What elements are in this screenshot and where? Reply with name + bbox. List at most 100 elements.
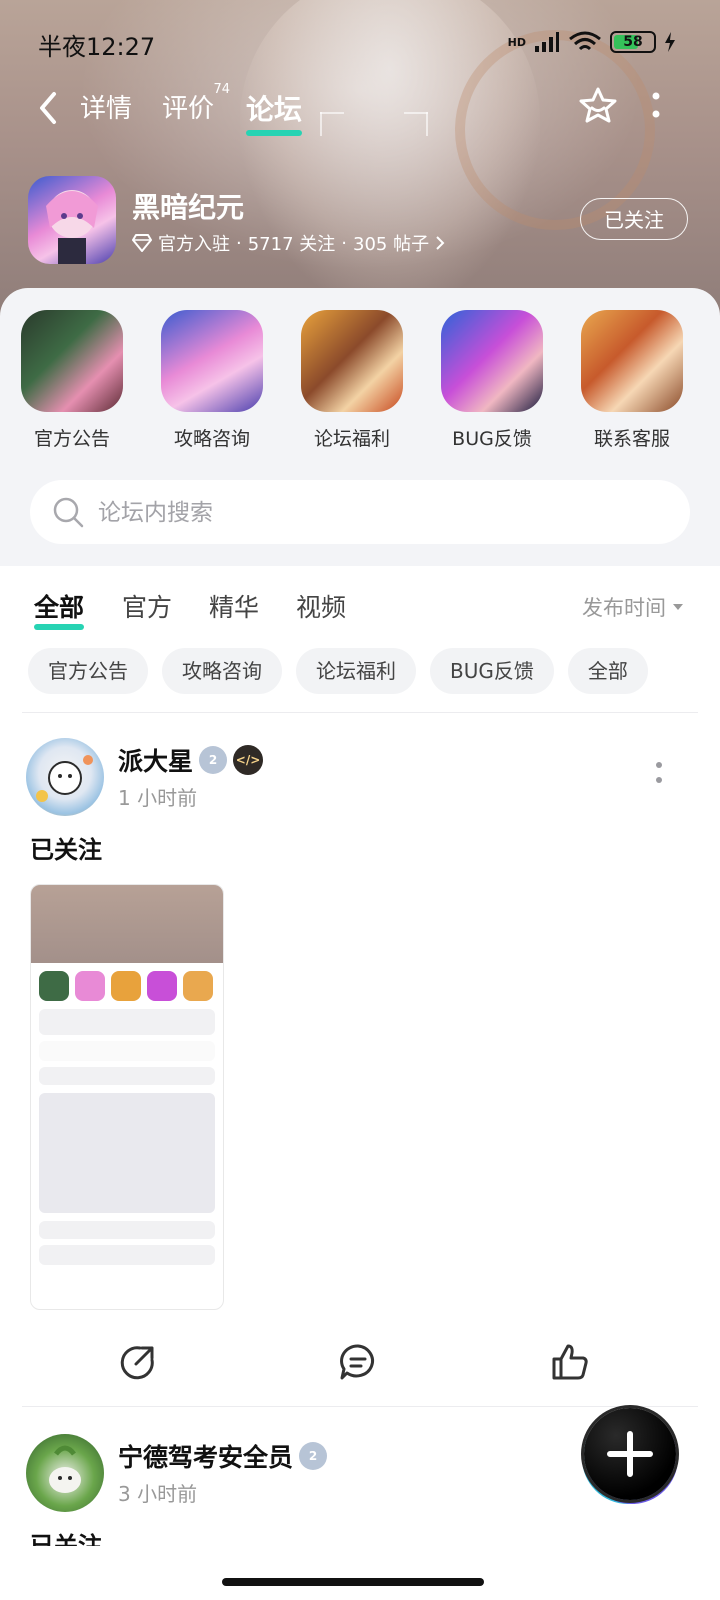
category-label: 论坛福利 bbox=[313, 428, 390, 450]
official-announcement-icon bbox=[21, 310, 123, 412]
tab-details[interactable]: 详情 bbox=[80, 88, 132, 125]
status-icons: HD 58 bbox=[508, 30, 676, 54]
back-arrow-icon[interactable] bbox=[34, 90, 64, 126]
active-filter-indicator bbox=[34, 624, 85, 630]
thumbnail-actions bbox=[39, 1221, 215, 1239]
active-tab-indicator bbox=[246, 130, 303, 136]
meta-separator: · bbox=[341, 232, 347, 254]
tag-chips: 官方公告 攻略咨询 论坛福利 BUG反馈 全部 bbox=[28, 648, 648, 694]
chevron-right-icon[interactable] bbox=[435, 235, 445, 251]
share-icon[interactable] bbox=[118, 1342, 158, 1382]
game-avatar[interactable] bbox=[28, 176, 116, 264]
diamond-icon bbox=[132, 234, 152, 252]
post-time: 1 小时前 bbox=[118, 786, 198, 810]
filter-tab-label: 视频 bbox=[296, 593, 347, 622]
chip-welfare[interactable]: 论坛福利 bbox=[296, 648, 416, 694]
hd-label: HD bbox=[507, 35, 526, 49]
tab-details-label: 详情 bbox=[80, 94, 133, 124]
tab-reviews-label: 评价 bbox=[162, 94, 215, 124]
filter-tab-video[interactable]: 视频 bbox=[296, 588, 346, 624]
search-box[interactable] bbox=[30, 480, 690, 544]
battery-level: 58 bbox=[623, 34, 643, 50]
category-label: 官方公告 bbox=[33, 428, 110, 450]
filter-tab-label: 精华 bbox=[209, 593, 260, 622]
tab-forum-label: 论坛 bbox=[246, 93, 303, 126]
post-author[interactable]: 派大星 2 </> bbox=[118, 742, 264, 778]
welfare-icon bbox=[301, 310, 403, 412]
author-name: 派大星 bbox=[118, 747, 194, 776]
thumbnail-icons bbox=[39, 971, 215, 1001]
top-nav: 详情 评价 74 论坛 bbox=[0, 82, 720, 138]
create-post-button[interactable] bbox=[584, 1408, 676, 1500]
customer-service-icon bbox=[581, 310, 683, 412]
followers-count: 5717 关注 bbox=[247, 234, 336, 255]
category-bug-feedback[interactable]: BUG反馈 bbox=[437, 310, 547, 451]
thumbnail-chips bbox=[39, 1067, 215, 1085]
more-options-icon[interactable] bbox=[650, 88, 662, 124]
bug-feedback-icon bbox=[441, 310, 543, 412]
favorite-star-icon[interactable] bbox=[578, 86, 618, 126]
chip-guide[interactable]: 攻略咨询 bbox=[162, 648, 282, 694]
tab-forum[interactable]: 论坛 bbox=[246, 88, 303, 136]
caret-down-icon bbox=[673, 604, 683, 610]
post-author[interactable]: 宁德驾考安全员 2 bbox=[118, 1438, 328, 1474]
charging-icon bbox=[665, 32, 675, 52]
tab-reviews[interactable]: 评价 74 bbox=[162, 82, 230, 125]
battery-icon: 58 bbox=[610, 31, 656, 53]
author-name: 宁德驾考安全员 bbox=[118, 1443, 294, 1472]
divider bbox=[22, 712, 698, 713]
signal-icon bbox=[535, 32, 559, 52]
sort-dropdown[interactable]: 发布时间 bbox=[582, 592, 684, 622]
posts-count[interactable]: 305 帖子 bbox=[353, 230, 429, 256]
category-label: 联系客服 bbox=[593, 428, 670, 450]
category-welfare[interactable]: 论坛福利 bbox=[297, 310, 407, 451]
filter-tab-label: 全部 bbox=[34, 593, 85, 622]
filter-tab-label: 官方 bbox=[122, 593, 173, 622]
chip-official-announcement[interactable]: 官方公告 bbox=[28, 648, 148, 694]
sort-label: 发布时间 bbox=[582, 596, 666, 620]
post-image-thumbnail[interactable] bbox=[30, 884, 224, 1310]
category-official-announcement[interactable]: 官方公告 bbox=[17, 310, 127, 451]
post-text: 已关注 bbox=[30, 836, 102, 864]
chip-bug-feedback[interactable]: BUG反馈 bbox=[430, 648, 554, 694]
wifi-icon bbox=[569, 31, 601, 51]
thumbnail-next-post bbox=[39, 1245, 215, 1265]
level-badge: 2 bbox=[199, 746, 228, 774]
game-meta: 官方入驻 · 5717 关注 · 305 帖子 bbox=[132, 230, 445, 256]
chip-all[interactable]: 全部 bbox=[567, 648, 648, 694]
thumbnail-search bbox=[39, 1009, 215, 1035]
reviews-count-badge: 74 bbox=[213, 82, 231, 97]
category-label: 攻略咨询 bbox=[173, 428, 250, 450]
developer-badge-icon: </> bbox=[233, 745, 264, 775]
filter-tab-official[interactable]: 官方 bbox=[122, 588, 172, 624]
post-text: 已关注 bbox=[30, 1532, 102, 1546]
meta-separator: · bbox=[236, 232, 242, 254]
thumbnail-header bbox=[31, 885, 223, 963]
search-icon bbox=[53, 497, 84, 528]
plus-icon bbox=[607, 1431, 653, 1477]
avatar[interactable] bbox=[26, 1434, 104, 1512]
more-options-icon[interactable] bbox=[654, 758, 664, 788]
category-customer-service[interactable]: 联系客服 bbox=[577, 310, 687, 451]
category-guide[interactable]: 攻略咨询 bbox=[157, 310, 267, 451]
filter-tabs: 全部 官方 精华 视频 发布时间 bbox=[0, 580, 720, 640]
search-input[interactable] bbox=[96, 490, 660, 536]
divider bbox=[22, 1406, 698, 1407]
filter-tab-all[interactable]: 全部 bbox=[34, 588, 85, 630]
follow-button[interactable]: 已关注 bbox=[580, 198, 688, 240]
status-bar: 半夜12:27 HD 58 bbox=[0, 0, 720, 80]
filter-tab-featured[interactable]: 精华 bbox=[209, 588, 259, 624]
status-time: 半夜12:27 bbox=[38, 33, 156, 61]
home-indicator[interactable] bbox=[222, 1578, 484, 1586]
official-label: 官方入驻 bbox=[158, 234, 230, 255]
post-time: 3 小时前 bbox=[118, 1482, 198, 1506]
like-icon[interactable] bbox=[550, 1342, 590, 1382]
guide-icon bbox=[161, 310, 263, 412]
avatar[interactable] bbox=[26, 738, 104, 816]
post-actions bbox=[0, 1338, 720, 1388]
thumbnail-filter bbox=[39, 1041, 215, 1061]
thumbnail-content bbox=[39, 1093, 215, 1213]
game-title: 黑暗纪元 bbox=[132, 191, 245, 224]
comment-icon[interactable] bbox=[338, 1342, 378, 1382]
category-label: BUG反馈 bbox=[452, 428, 532, 450]
